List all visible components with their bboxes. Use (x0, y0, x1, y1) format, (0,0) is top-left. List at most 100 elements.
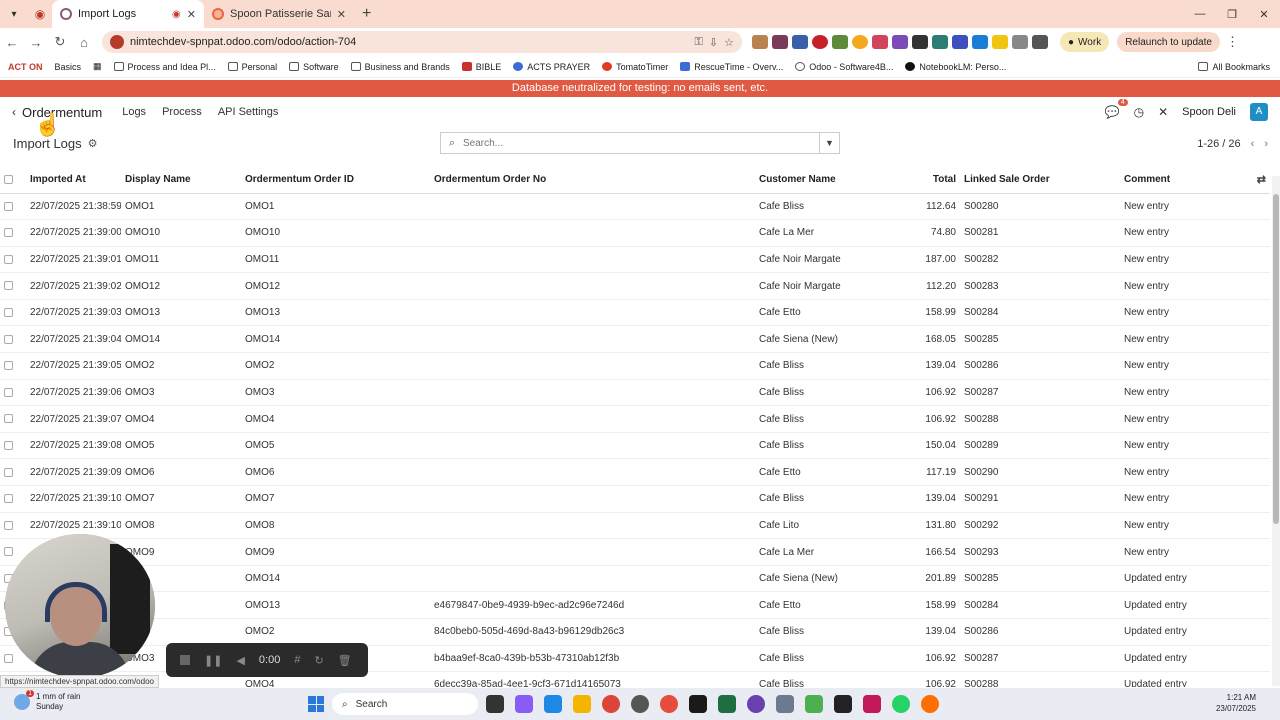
bookmark-bible[interactable]: BIBLE (461, 62, 501, 72)
table-row[interactable]: 22/07/2025 21:39:10 OMO7 OMO7 Cafe Bliss 139… (0, 485, 1270, 513)
discuss-icon[interactable]: 💬 4 (1105, 99, 1128, 119)
table-row[interactable]: 2OMO284c0beb0-505d-469d-8a43-b96129db26c… (0, 618, 1270, 646)
weather-widget[interactable]: 1 1 mm of rain Sunday (14, 690, 80, 712)
chrome-icon[interactable] (602, 695, 620, 713)
checkbox[interactable] (4, 441, 13, 450)
checkbox[interactable] (4, 387, 13, 397)
browser-menu-icon[interactable]: ⋮ (1226, 34, 1239, 50)
extensions-puzzle-icon[interactable] (1012, 35, 1028, 49)
checkbox[interactable] (4, 175, 13, 185)
app-icon[interactable] (921, 695, 939, 713)
extension-icon[interactable] (772, 35, 788, 49)
extension-icon[interactable] (872, 35, 888, 49)
site-info-icon[interactable] (110, 35, 124, 49)
reload-icon[interactable]: ↻ (48, 34, 72, 50)
chrome-profile-icon[interactable] (660, 695, 678, 713)
close-tab-icon[interactable]: ✕ (337, 8, 346, 21)
all-bookmarks[interactable]: All Bookmarks (1198, 62, 1270, 72)
tab-spoon-patisserie[interactable]: Spoon Patisserie Sandbox - Ord ✕ (204, 0, 354, 28)
clock-app-icon[interactable] (631, 695, 649, 713)
row-checkbox-cell[interactable] (0, 352, 26, 380)
extension-icon[interactable] (992, 35, 1008, 49)
extension-icon[interactable] (972, 35, 988, 49)
checkbox[interactable] (4, 414, 13, 424)
sketch-icon[interactable] (863, 695, 881, 713)
row-checkbox-cell[interactable] (0, 299, 26, 327)
checkbox[interactable] (4, 308, 13, 318)
app-menu-back-icon[interactable]: ‹ (12, 105, 16, 119)
table-row[interactable]: 22/07/2025 21:39:10 OMO8 OMO8 Cafe Lito 131.… (0, 512, 1270, 540)
scrollbar-thumb[interactable] (1273, 194, 1279, 524)
row-checkbox-cell[interactable] (0, 379, 26, 407)
extension-icon[interactable] (892, 35, 908, 49)
back-icon[interactable]: ← (0, 35, 24, 50)
task-view-icon[interactable] (486, 695, 504, 713)
table-row[interactable]: 14OMO14Cafe Siena (New)201.89S00285Updat… (0, 565, 1270, 593)
file-explorer-icon[interactable] (573, 695, 591, 713)
bookmark-notebooklm[interactable]: NotebookLM: Perso... (905, 62, 1006, 72)
column-display-name[interactable]: Display Name (121, 167, 241, 194)
column-order-id[interactable]: Ordermentum Order ID (241, 167, 430, 194)
table-row[interactable]: 22/07/2025 21:38:59 OMO1 OMO1 Cafe Bliss 112… (0, 193, 1270, 221)
system-clock[interactable]: 1:21 AM 23/07/2025 (1216, 692, 1256, 714)
extension-icon[interactable] (792, 35, 808, 49)
tab-search-icon[interactable]: ▾ (0, 9, 28, 20)
address-bar[interactable]: nimtechdev-spnpat.odoo.com/odoo/action-7… (102, 31, 742, 53)
bookmark-folder[interactable]: Software (289, 62, 339, 72)
row-checkbox-cell[interactable] (0, 405, 26, 433)
checkbox[interactable] (4, 494, 13, 504)
app-icon[interactable] (834, 695, 852, 713)
search-input[interactable] (463, 137, 819, 149)
copilot-icon[interactable] (515, 695, 533, 713)
gear-icon[interactable]: ⚙ (88, 137, 98, 150)
table-row[interactable]: 22/07/2025 21:39:00 OMO10 OMO10 Cafe La Mer… (0, 219, 1270, 247)
checkbox[interactable] (4, 361, 13, 371)
user-avatar[interactable]: A (1250, 103, 1268, 121)
table-row[interactable]: 22/07/2025 21:39:01 OMO11 OMO11 Cafe Noir M… (0, 246, 1270, 274)
url-text[interactable]: nimtechdev-spnpat.odoo.com/odoo/action-7… (130, 36, 689, 48)
windows-start-icon[interactable] (308, 696, 324, 712)
checkbox[interactable] (4, 254, 13, 264)
minimize-icon[interactable]: — (1184, 8, 1216, 20)
trash-icon[interactable]: 🗑 (338, 654, 352, 667)
bookmark-act-on[interactable]: ACT ON (8, 62, 43, 72)
row-checkbox-cell[interactable] (0, 272, 26, 300)
whatsapp-icon[interactable] (892, 695, 910, 713)
menu-process[interactable]: Process (162, 106, 202, 118)
checkbox[interactable] (4, 520, 13, 530)
relaunch-button[interactable]: Relaunch to update (1117, 32, 1220, 52)
extension-icon[interactable] (812, 35, 828, 49)
activity-clock-icon[interactable]: ◷ (1134, 105, 1144, 119)
debug-tools-icon[interactable]: ✕ (1158, 105, 1168, 119)
table-row[interactable]: 22/07/2025 21:39:03 OMO13 OMO13 Cafe Etto 15… (0, 299, 1270, 327)
bookmark-folder[interactable]: Personal (227, 62, 277, 72)
company-switcher[interactable]: Spoon Deli (1182, 106, 1236, 118)
forward-icon[interactable]: → (24, 35, 48, 50)
install-app-icon[interactable]: ⇩ (709, 36, 718, 49)
checkbox[interactable] (4, 228, 13, 238)
table-row[interactable]: 22/07/2025 21:39:04 OMO14 OMO14 Cafe Siena … (0, 325, 1270, 354)
tab-import-logs[interactable]: Import Logs ◉ ✕ (52, 0, 204, 28)
recording-icon[interactable]: ◉ (28, 7, 52, 21)
reading-list-icon[interactable] (1032, 35, 1048, 49)
bookmark-rescuetime[interactable]: RescueTime - Overv... (680, 62, 783, 72)
pager-value[interactable]: 1-26 / 26 (1197, 138, 1240, 150)
taskbar-search[interactable]: ⌕ Search (332, 693, 478, 715)
row-checkbox-cell[interactable] (0, 432, 26, 460)
extension-icon[interactable] (932, 35, 948, 49)
table-row[interactable]: 3OMO13e4679847-0be9-4939-b9ec-ad2c96e724… (0, 591, 1270, 619)
apps-grid-icon[interactable]: ▦ (93, 61, 102, 72)
settings-icon[interactable] (776, 695, 794, 713)
column-comment[interactable]: Comment (1120, 167, 1248, 194)
table-row[interactable]: 22/07/2025 21:39:02 OMO12 OMO12 Cafe Noir M… (0, 272, 1270, 300)
table-row[interactable]: 22/07/2025 21:39:08 OMO5 OMO5 Cafe Bliss 150… (0, 432, 1270, 460)
scrollbar[interactable] (1272, 176, 1280, 686)
pager-previous-icon[interactable]: ‹ (1251, 138, 1255, 150)
extension-icon[interactable] (952, 35, 968, 49)
edge-icon[interactable] (544, 695, 562, 713)
app-icon[interactable] (747, 695, 765, 713)
pager-next-icon[interactable]: › (1264, 138, 1268, 150)
checkbox[interactable] (4, 467, 13, 477)
row-checkbox-cell[interactable] (0, 246, 26, 274)
home-icon[interactable]: ⌂ (72, 35, 96, 50)
